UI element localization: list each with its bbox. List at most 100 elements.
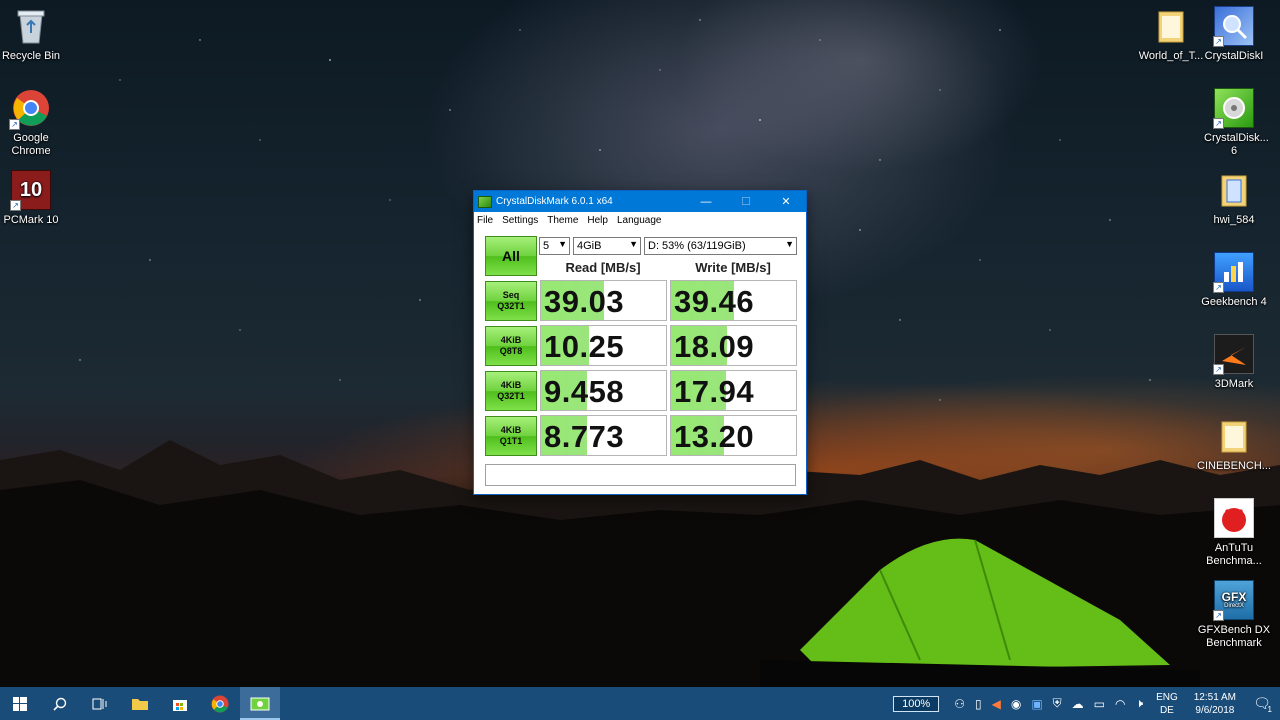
test-button-4kib-q32t1[interactable]: 4KiB Q32T1 [485, 371, 537, 411]
desktop-icon-label: CINEBENCH... [1197, 460, 1271, 472]
file-explorer-button[interactable] [120, 687, 160, 720]
menu-bar: File Settings Theme Help Language [474, 212, 806, 229]
desktop-icon-crystaldiskinfo[interactable]: ↗ CrystalDiskI [1196, 6, 1272, 63]
test-count-select[interactable]: 5 ▼ [539, 237, 570, 255]
action-center-button[interactable]: 🗨 1 [1244, 687, 1280, 720]
desktop-icon-hwi-584[interactable]: hwi_584 [1196, 170, 1272, 227]
maximize-icon[interactable]: ☐ [726, 191, 766, 212]
shortcut-arrow-icon: ↗ [1213, 610, 1224, 621]
system-tray: 100% ⚇ ▯ ◀ ◉ ▣ ⛨ ☁ ▭ ◠ 🕨 ENG DE 12:51 AM… [893, 687, 1280, 720]
zoom-indicator[interactable]: 100% [893, 695, 940, 712]
folder-icon [1214, 170, 1254, 210]
chevron-down-icon: ▼ [629, 239, 638, 249]
read-result-value: 8.773 [544, 419, 625, 454]
read-result-cell: 10.25 [540, 325, 667, 366]
read-result-cell: 8.773 [540, 415, 667, 456]
read-result-cell: 9.458 [540, 370, 667, 411]
people-icon[interactable]: ⚇ [954, 697, 965, 711]
3dmark-icon: ↗ [1213, 334, 1254, 375]
crystaldiskinfo-icon: ↗ [1213, 6, 1254, 47]
desktop-icon-crystaldiskmark[interactable]: ↗ CrystalDisk... 6 [1196, 88, 1272, 158]
pcmark-badge: 10 [19, 178, 43, 201]
clock[interactable]: 12:51 AM 9/6/2018 [1194, 691, 1236, 717]
desktop-icon-label: CrystalDiskI [1204, 50, 1264, 62]
battery-icon[interactable]: ▭ [1094, 697, 1105, 711]
run-all-button[interactable]: All [485, 236, 537, 276]
menu-settings[interactable]: Settings [502, 215, 538, 226]
test-button-4kib-q1t1[interactable]: 4KiB Q1T1 [485, 416, 537, 456]
usb-icon[interactable]: ▯ [975, 697, 982, 711]
onedrive-icon[interactable]: ☁ [1072, 697, 1084, 711]
clock-date: 9/6/2018 [1195, 704, 1235, 716]
desktop-icon-label: GFXBench DX Benchmark [1197, 624, 1271, 649]
volume-muted-icon[interactable]: 🕨 [1136, 696, 1144, 711]
write-result-cell: 39.46 [670, 280, 797, 321]
write-result-cell: 13.20 [670, 415, 797, 456]
write-result-cell: 17.94 [670, 370, 797, 411]
search-icon [53, 697, 67, 711]
drive-select[interactable]: D: 53% (63/119GiB) ▼ [644, 237, 797, 255]
window-title: CrystalDiskMark 6.0.1 x64 [496, 196, 613, 207]
clock-time: 12:51 AM [1193, 691, 1236, 703]
antutu-icon [1214, 498, 1254, 538]
language-indicator[interactable]: ENG DE [1156, 691, 1178, 717]
menu-language[interactable]: Language [617, 215, 662, 226]
crystaldiskmark-window[interactable]: CrystalDiskMark 6.0.1 x64 — ☐ ✕ File Set… [473, 190, 807, 495]
window-titlebar[interactable]: CrystalDiskMark 6.0.1 x64 — ☐ ✕ [474, 191, 806, 212]
test-size-select[interactable]: 4GiB ▼ [573, 237, 641, 255]
task-view-button[interactable] [80, 687, 120, 720]
desktop-icon-label: PCMark 10 [3, 214, 59, 226]
taskbar: 100% ⚇ ▯ ◀ ◉ ▣ ⛨ ☁ ▭ ◠ 🕨 ENG DE 12:51 AM… [0, 687, 1280, 720]
menu-file[interactable]: File [477, 215, 493, 226]
task-view-icon [92, 698, 107, 709]
windows-logo-icon [13, 696, 27, 711]
write-header: Write [MB/s] [695, 260, 771, 275]
desktop-icon-pcmark-10[interactable]: 10 ↗ PCMark 10 [0, 170, 69, 227]
shortcut-arrow-icon: ↗ [1213, 364, 1224, 375]
app-icon [478, 195, 492, 208]
desktop-icon-geekbench-4[interactable]: ↗ Geekbench 4 [1196, 252, 1272, 309]
test-button-4kib-q8t8[interactable]: 4KiB Q8T8 [485, 326, 537, 366]
minimize-icon[interactable]: — [686, 191, 726, 212]
security-shield-icon[interactable]: ⛨ [1053, 696, 1062, 711]
shortcut-arrow-icon: ↗ [1213, 36, 1224, 47]
test-button-line1: Seq [502, 290, 520, 300]
desktop-icon-recycle-bin[interactable]: Recycle Bin [0, 6, 69, 63]
start-button[interactable] [0, 687, 40, 720]
menu-help[interactable]: Help [587, 215, 608, 226]
speaker-app-icon[interactable]: ◀ [992, 697, 1001, 711]
shortcut-arrow-icon: ↗ [1213, 282, 1224, 293]
shortcut-arrow-icon: ↗ [10, 200, 21, 211]
close-icon[interactable]: ✕ [766, 191, 806, 212]
search-button[interactable] [40, 687, 80, 720]
test-button-line2: Q8T8 [499, 346, 523, 356]
desktop-icon-gfxbench[interactable]: GFX DirectX ↗ GFXBench DX Benchmark [1196, 580, 1272, 650]
notification-count: 1 [1267, 705, 1272, 714]
desktop-icon-label: Recycle Bin [1, 50, 61, 62]
gfx-badge-sub: DirectX [1224, 602, 1244, 609]
chrome-taskbar-button[interactable] [200, 687, 240, 720]
test-button-seq-q32t1[interactable]: Seq Q32T1 [485, 281, 537, 321]
comment-field[interactable] [485, 464, 796, 486]
app-tray-icon[interactable]: ▣ [1031, 697, 1042, 711]
test-button-line2: Q32T1 [497, 301, 525, 311]
recycle-bin-icon [11, 6, 51, 46]
write-result-value: 18.09 [674, 329, 755, 364]
wifi-icon[interactable]: ◠ [1115, 697, 1125, 711]
desktop-icon-antutu[interactable]: AnTuTu Benchma... [1196, 498, 1272, 568]
record-icon[interactable]: ◉ [1011, 697, 1021, 711]
desktop-icon-google-chrome[interactable]: ↗ Google Chrome [0, 88, 69, 158]
test-button-line1: 4KiB [500, 335, 522, 345]
store-button[interactable] [160, 687, 200, 720]
desktop-icon-cinebench[interactable]: CINEBENCH... [1196, 416, 1272, 473]
menu-theme[interactable]: Theme [547, 215, 578, 226]
test-button-line1: 4KiB [500, 425, 522, 435]
crystaldiskmark-taskbar-button[interactable] [240, 687, 280, 720]
desktop-icon-label: Geekbench 4 [1201, 296, 1267, 308]
desktop-icon-label: CrystalDisk... 6 [1204, 132, 1269, 157]
desktop-icon-label: 3DMark [1214, 378, 1254, 390]
desktop-icon-3dmark[interactable]: ↗ 3DMark [1196, 334, 1272, 391]
gfxbench-icon: GFX DirectX ↗ [1213, 580, 1254, 621]
write-result-value: 17.94 [674, 374, 755, 409]
test-button-line2: Q32T1 [497, 391, 525, 401]
